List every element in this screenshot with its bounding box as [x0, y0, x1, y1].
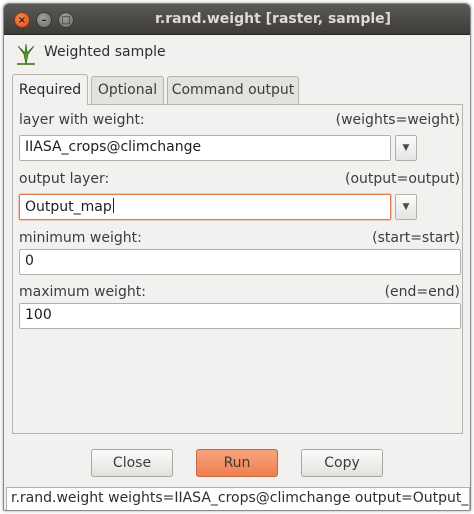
- dialog-window: × – □ r.rand.weight [raster, sample] Wei…: [3, 3, 471, 511]
- title-bar[interactable]: × – □ r.rand.weight [raster, sample]: [4, 4, 470, 35]
- maximize-window-icon[interactable]: □: [58, 12, 74, 28]
- module-description: Weighted sample: [44, 44, 166, 60]
- output-layer-value: Output_map: [25, 199, 112, 215]
- layer-with-weight-label: layer with weight:: [19, 112, 145, 128]
- minimize-window-icon[interactable]: –: [36, 12, 52, 28]
- minimum-weight-input[interactable]: 0: [19, 249, 461, 275]
- output-layer-input[interactable]: Output_map: [19, 194, 391, 220]
- output-layer-dropdown-icon[interactable]: ▼: [395, 194, 417, 220]
- layer-with-weight-hint: (weights=weight): [335, 112, 460, 128]
- close-window-icon[interactable]: ×: [14, 12, 30, 28]
- maximum-weight-label: maximum weight:: [19, 284, 146, 300]
- text-caret: [112, 198, 114, 213]
- tab-command-output[interactable]: Command output: [167, 76, 299, 104]
- run-button[interactable]: Run: [196, 449, 278, 477]
- minimum-weight-label: minimum weight:: [19, 230, 142, 246]
- copy-button[interactable]: Copy: [301, 449, 383, 477]
- close-button[interactable]: Close: [91, 449, 173, 477]
- grass-module-icon: [17, 43, 35, 65]
- layer-with-weight-dropdown-icon[interactable]: ▼: [395, 135, 417, 161]
- output-layer-label: output layer:: [19, 171, 110, 187]
- layer-with-weight-input[interactable]: IIASA_crops@climchange: [19, 135, 391, 161]
- output-layer-hint: (output=output): [344, 171, 460, 187]
- tab-required[interactable]: Required: [12, 74, 88, 105]
- tab-optional[interactable]: Optional: [91, 76, 164, 104]
- required-panel: layer with weight: (weights=weight) IIAS…: [12, 104, 463, 434]
- minimum-weight-hint: (start=start): [372, 230, 460, 246]
- maximum-weight-hint: (end=end): [384, 284, 460, 300]
- maximum-weight-input[interactable]: 100: [19, 303, 461, 329]
- status-bar: r.rand.weight weights=IIASA_crops@climch…: [6, 487, 470, 510]
- window-title: r.rand.weight [raster, sample]: [154, 11, 392, 27]
